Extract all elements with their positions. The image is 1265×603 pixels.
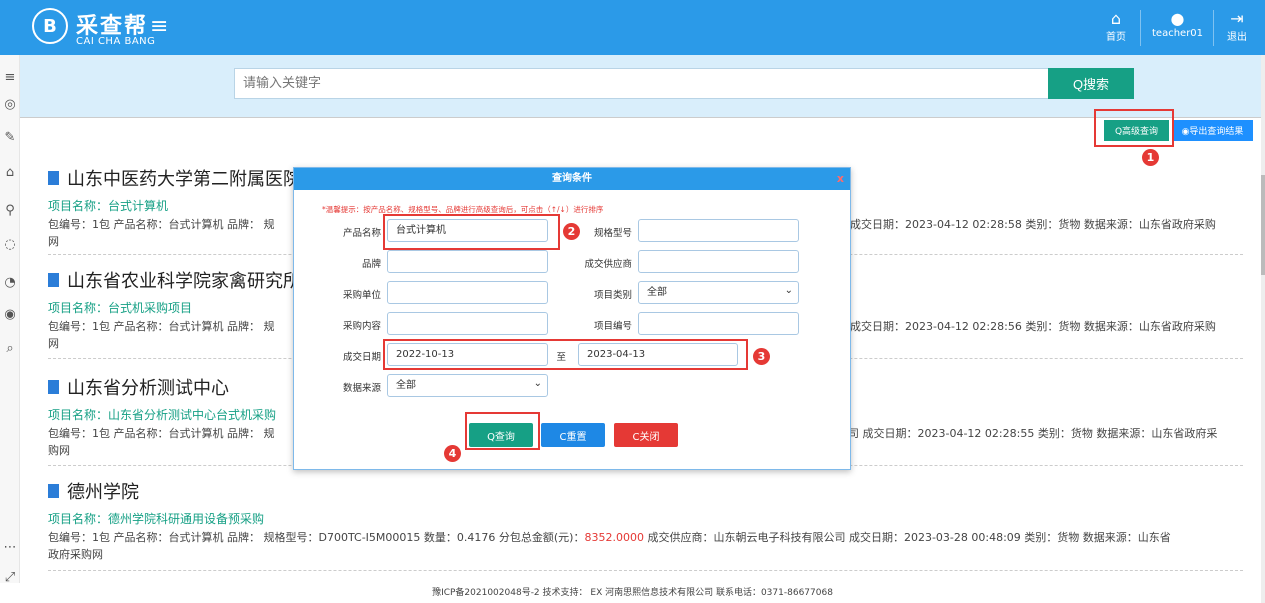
result-title[interactable]: 山东省分析测试中心 xyxy=(67,374,229,400)
highlight-box xyxy=(1094,109,1174,147)
sidebar-item-icon[interactable]: ◎ xyxy=(0,97,20,112)
step-badge: 4 xyxy=(444,445,461,462)
category-label: 项目类别 xyxy=(593,290,632,301)
top-header: B 采查帮 CAI CHA BANG ≡ ⌂ 首页 ● teacher01 ⇥ … xyxy=(0,0,1265,55)
logo-icon[interactable]: B xyxy=(32,8,68,44)
more-icon[interactable]: ⋯ xyxy=(0,540,20,555)
reset-button[interactable]: C重置 xyxy=(541,423,605,447)
project-name[interactable]: 项目名称：德州学院科研通用设备预采购 xyxy=(48,510,1248,527)
result-title[interactable]: 山东中医药大学第二附属医院 xyxy=(67,165,301,191)
list-item: 德州学院 项目名称：德州学院科研通用设备预采购 包编号：1包 产品名称：台式计算… xyxy=(48,478,1248,563)
menu-toggle-icon[interactable]: ≡ xyxy=(150,14,168,39)
brand-label: 品牌 xyxy=(361,259,381,270)
content-label: 采购内容 xyxy=(342,321,381,332)
close-button[interactable]: C关闭 xyxy=(614,423,678,447)
source-label: 数据来源 xyxy=(342,383,381,394)
buyer-label: 采购单位 xyxy=(342,290,381,301)
highlight-box xyxy=(465,412,540,450)
divider xyxy=(1140,10,1141,46)
edit-icon[interactable]: ✎ xyxy=(0,130,20,145)
result-title[interactable]: 德州学院 xyxy=(67,478,139,504)
highlight-box xyxy=(383,339,748,370)
dialog-header: 查询条件 x xyxy=(294,168,850,190)
filter-icon[interactable]: ⚲ xyxy=(0,203,20,218)
dialog-title: 查询条件 xyxy=(552,173,592,184)
category-select[interactable]: 全部 xyxy=(638,280,799,304)
home-icon: ⌂ xyxy=(1110,9,1122,28)
nav-logout[interactable]: ⇥ 退出 xyxy=(1227,9,1247,44)
home-icon[interactable]: ⌂ xyxy=(0,165,20,180)
target-icon[interactable]: ◌ xyxy=(0,237,20,252)
step-badge: 3 xyxy=(753,348,770,365)
document-icon xyxy=(48,171,59,185)
query-dialog: 查询条件 x *温馨提示：按产品名称、规格型号、品牌进行高级查询后，可点击（↑/… xyxy=(293,167,851,470)
project-no-label: 项目编号 xyxy=(593,321,632,332)
nav-logout-label: 退出 xyxy=(1227,32,1247,43)
supplier-input[interactable] xyxy=(638,250,799,273)
logout-icon: ⇥ xyxy=(1230,9,1244,28)
document-icon xyxy=(48,273,59,287)
nav-user[interactable]: ● teacher01 xyxy=(1152,9,1204,40)
nav-home[interactable]: ⌂ 首页 xyxy=(1106,9,1126,44)
result-title[interactable]: 山东省农业科学院家禽研究所 xyxy=(67,267,301,293)
close-icon[interactable]: x xyxy=(837,168,844,190)
sidebar-collapse-icon[interactable]: ≡ xyxy=(0,70,20,85)
result-detail: 包编号：1包 产品名称：台式计算机 品牌： 规格型号：D700TC-I5M000… xyxy=(48,531,1171,561)
supplier-label: 成交供应商 xyxy=(584,259,632,270)
project-no-input[interactable] xyxy=(638,312,799,335)
document-icon xyxy=(48,380,59,394)
search-input[interactable] xyxy=(234,68,1049,99)
brand-subtitle: CAI CHA BANG xyxy=(76,36,156,47)
brand-input[interactable] xyxy=(387,250,548,273)
search-icon[interactable]: ⌕ xyxy=(0,341,20,356)
model-input[interactable] xyxy=(638,219,799,242)
document-icon xyxy=(48,484,59,498)
divider xyxy=(48,570,1243,571)
price-value: 8352.0000 xyxy=(584,531,644,544)
source-select[interactable]: 全部 xyxy=(387,373,548,397)
model-label: 规格型号 xyxy=(593,228,632,239)
divider xyxy=(20,117,1265,118)
scrollbar-thumb[interactable] xyxy=(1261,175,1265,275)
content-input[interactable] xyxy=(387,312,548,335)
divider xyxy=(1213,10,1214,46)
step-badge: 2 xyxy=(563,223,580,240)
scrollbar[interactable] xyxy=(1261,55,1265,603)
footer: 豫ICP备2021002048号-2 技术支持： EX 河南思熙信息技术有限公司… xyxy=(0,583,1265,603)
step-badge: 1 xyxy=(1142,149,1159,166)
export-results-button[interactable]: ◉导出查询结果 xyxy=(1172,120,1253,141)
sidebar: ≡ ◎ ✎ ⌂ ⚲ ◌ ◔ ◉ ⌕ ⋯ ⤢ xyxy=(0,55,20,603)
search-button[interactable]: Q搜索 xyxy=(1048,68,1134,99)
nav-home-label: 首页 xyxy=(1106,32,1126,43)
chart-icon[interactable]: ◔ xyxy=(0,275,20,290)
product-label: 产品名称 xyxy=(342,228,381,239)
buyer-input[interactable] xyxy=(387,281,548,304)
location-icon[interactable]: ◉ xyxy=(0,307,20,322)
nav-user-label: teacher01 xyxy=(1152,28,1204,39)
date-label: 成交日期 xyxy=(342,352,381,363)
user-icon: ● xyxy=(1170,9,1185,28)
search-bar: Q搜索 xyxy=(20,55,1265,117)
highlight-box xyxy=(383,214,560,250)
